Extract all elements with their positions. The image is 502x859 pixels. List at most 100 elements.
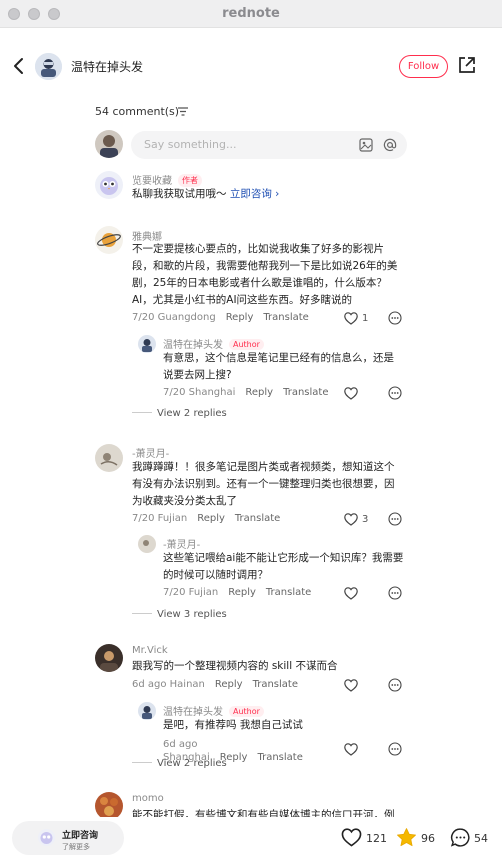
more-options-icon[interactable] — [388, 678, 402, 692]
like-count: 3 — [362, 514, 369, 525]
reply-button[interactable]: Reply — [226, 312, 254, 323]
comment-input-placeholder: Say something... — [144, 138, 237, 151]
sketch-avatar-icon — [95, 444, 123, 472]
commenter-name[interactable]: Mr.Vick — [132, 645, 168, 656]
my-avatar-image-icon — [95, 130, 123, 158]
my-avatar — [95, 130, 123, 158]
window-title: rednote — [222, 6, 280, 21]
comment-count: 54 comment(s) — [95, 105, 180, 118]
comment-item: momo 能不能打假，有些博文和有些自媒体博主的信口开河，例 — [0, 792, 502, 817]
comment-input[interactable]: Say something... — [131, 131, 407, 159]
view-replies-button[interactable]: View 2 replies — [132, 408, 227, 419]
translate-button[interactable]: Translate — [257, 752, 302, 763]
like-icon[interactable] — [344, 312, 358, 325]
commenter-avatar[interactable] — [95, 226, 123, 254]
view-replies-button[interactable]: View 3 replies — [132, 609, 227, 620]
like-total: 121 — [366, 832, 387, 845]
consult-title: 立即咨询 — [62, 831, 99, 841]
author-avatar-icon — [138, 335, 156, 353]
more-options-icon[interactable] — [388, 311, 402, 325]
more-options-icon[interactable] — [388, 586, 402, 600]
like-icon[interactable] — [344, 679, 358, 692]
comment-text: 我蹲蹲蹲！！很多笔记是图片类或者视频类，想知道这个有没有办法识别到。还有一个一键… — [132, 461, 395, 507]
translate-button[interactable]: Translate — [266, 587, 311, 598]
translate-button[interactable]: Translate — [253, 679, 298, 690]
commenter-name[interactable]: -萧灵月- — [132, 445, 169, 460]
like-icon[interactable] — [344, 587, 358, 600]
commenter-avatar[interactable] — [95, 792, 123, 817]
view-replies-button[interactable]: View 2 replies — [132, 758, 227, 769]
reply-date: 7/20 Shanghai — [163, 387, 236, 398]
back-arrow-icon[interactable] — [10, 54, 28, 78]
sort-icon[interactable] — [178, 107, 188, 116]
author-avatar-icon — [138, 702, 156, 720]
consult-subtitle: 了解更多 — [62, 843, 90, 851]
reply-meta: 7/20 Shanghai Reply Translate — [163, 387, 339, 398]
comment-text: 不一定要提核心要点的，比如说我收集了好多的影视片段，和歌的片段，我需要他帮我列一… — [132, 243, 398, 306]
reply-user-name[interactable]: 温特在掉头发 Author — [163, 336, 264, 351]
reply-text: 这些笔记喂给ai能不能让它形成一个知识库？我需要的时候可以随时调用？ — [163, 552, 404, 581]
favorite-total: 96 — [421, 832, 435, 845]
comment-date: 7/20 Guangdong — [132, 312, 216, 323]
author-badge: Author — [229, 706, 264, 717]
commenter-name[interactable]: momo — [132, 793, 164, 804]
app-window: rednote 温特在掉头发 Follow 54 comment(s) Say … — [0, 0, 502, 859]
owl-avatar-icon — [95, 171, 123, 199]
comment-meta: 6d ago Hainan Reply Translate — [132, 679, 308, 690]
avatar-image-icon — [35, 53, 62, 80]
planet-avatar-icon — [95, 226, 123, 254]
comment-bubble-icon[interactable] — [450, 827, 471, 848]
reply-button[interactable]: Reply — [197, 513, 225, 524]
reply-text: 有意思，这个信息是笔记里已经有的信息么，还是说要去网上搜? — [163, 352, 394, 381]
dark-avatar-icon — [95, 644, 123, 672]
comment-meta: 7/20 Guangdong Reply Translate — [132, 312, 319, 323]
reply-user-avatar[interactable] — [138, 535, 156, 553]
comment-text: 能不能打假，有些博文和有些自媒体博主的信口开河，例 — [132, 809, 395, 817]
reply-button[interactable]: Reply — [228, 587, 256, 598]
bottom-bar: 立即咨询 了解更多 121 96 54 — [0, 817, 502, 859]
reply-user-name[interactable]: -萧灵月- — [163, 536, 200, 551]
consult-avatar — [38, 829, 55, 846]
reply-button[interactable]: Reply — [245, 387, 273, 398]
reply-user-avatar[interactable] — [138, 702, 156, 720]
comment-total: 54 — [474, 832, 488, 845]
more-options-icon[interactable] — [388, 386, 402, 400]
more-options-icon[interactable] — [388, 742, 402, 756]
pinned-user-name[interactable]: 览要收藏 作者 — [132, 172, 202, 187]
author-name[interactable]: 温特在掉头发 — [71, 58, 143, 75]
author-avatar[interactable] — [35, 53, 62, 80]
like-icon[interactable] — [341, 828, 362, 847]
commenter-avatar[interactable] — [95, 444, 123, 472]
image-icon[interactable] — [359, 138, 373, 152]
share-icon[interactable] — [457, 55, 477, 75]
like-icon[interactable] — [344, 743, 358, 756]
mention-icon[interactable] — [383, 138, 397, 152]
author-badge: Author — [229, 339, 264, 350]
pinned-text: 私聊我获取试用哦～ 立即咨询 › — [132, 188, 280, 200]
food-avatar-icon — [95, 792, 123, 817]
reply-user-name[interactable]: 温特在掉头发 Author — [163, 703, 264, 718]
more-options-icon[interactable] — [388, 512, 402, 526]
title-bar: rednote — [0, 0, 502, 28]
like-icon[interactable] — [344, 387, 358, 400]
star-icon[interactable] — [396, 827, 417, 848]
comment-meta: 7/20 Fujian Reply Translate — [132, 513, 290, 524]
like-count: 1 — [362, 313, 369, 324]
pinned-user-avatar[interactable] — [95, 171, 123, 199]
reply-date: 7/20 Fujian — [163, 587, 219, 598]
reply-user-avatar[interactable] — [138, 335, 156, 353]
follow-button[interactable]: Follow — [399, 55, 448, 78]
reply-button[interactable]: Reply — [215, 679, 243, 690]
reply-text: 是吧，有推荐吗 我想自己试试 — [163, 719, 303, 731]
comment-text: 跟我写的一个整理视频内容的 skill 不谋而合 — [132, 660, 338, 672]
consult-button[interactable]: 立即咨询 了解更多 — [12, 821, 124, 855]
commenter-avatar[interactable] — [95, 644, 123, 672]
sketch-avatar-icon — [138, 535, 156, 553]
translate-button[interactable]: Translate — [235, 513, 280, 524]
translate-button[interactable]: Translate — [283, 387, 328, 398]
translate-button[interactable]: Translate — [263, 312, 308, 323]
owl-avatar-icon — [38, 829, 55, 846]
consult-link[interactable]: 立即咨询 › — [230, 188, 280, 200]
like-icon[interactable] — [344, 513, 358, 526]
note-header: 温特在掉头发 Follow — [0, 28, 502, 104]
